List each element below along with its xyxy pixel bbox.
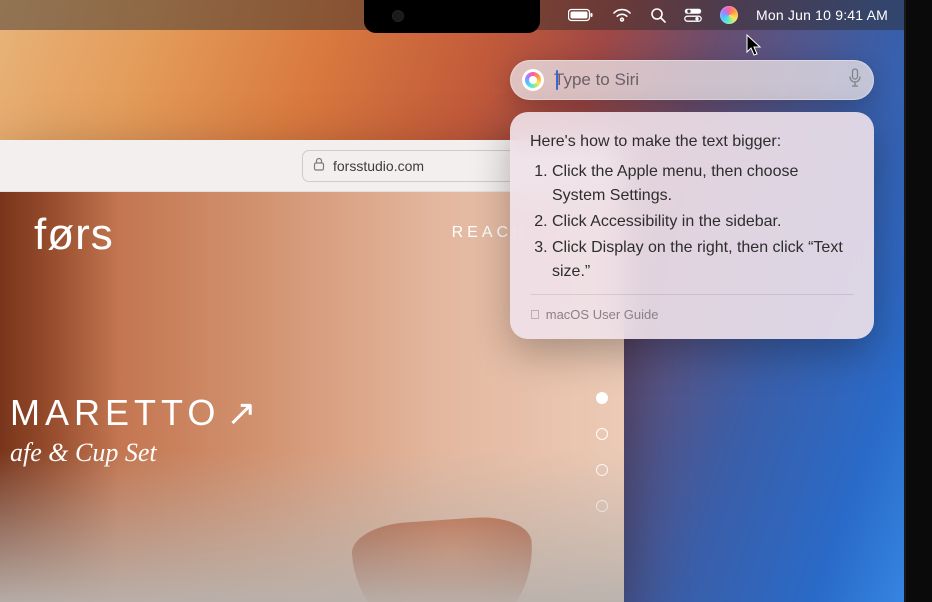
address-bar-text: forsstudio.com — [333, 158, 424, 174]
menu-bar-datetime[interactable]: Mon Jun 10 9:41 AM — [756, 7, 888, 23]
carousel-dot[interactable] — [596, 428, 608, 440]
hero-title[interactable]: MARETTO↗ — [10, 392, 262, 434]
lock-icon — [313, 157, 325, 174]
siri-icon[interactable] — [720, 6, 738, 24]
carousel-dot[interactable] — [596, 392, 608, 404]
device-bezel — [904, 0, 932, 602]
microphone-icon[interactable] — [848, 68, 862, 93]
siri-source[interactable]: macOS User Guide — [530, 294, 854, 325]
siri-step: Click Display on the right, then click “… — [552, 236, 854, 284]
camera-icon — [392, 10, 404, 22]
siri-response-card: Here's how to make the text bigger: Clic… — [510, 112, 874, 339]
display-notch — [364, 0, 540, 33]
siri-text-input[interactable] — [554, 70, 838, 90]
apple-logo-icon — [530, 305, 540, 325]
wifi-icon[interactable] — [612, 8, 632, 22]
siri-badge-icon — [522, 69, 544, 91]
siri-steps-list: Click the Apple menu, then choose System… — [530, 160, 854, 284]
siri-response-heading: Here's how to make the text bigger: — [530, 130, 854, 154]
siri-source-label: macOS User Guide — [546, 305, 659, 325]
site-logo[interactable]: førs — [34, 210, 114, 260]
spotlight-search-icon[interactable] — [650, 7, 666, 23]
siri-step: Click Accessibility in the sidebar. — [552, 210, 854, 234]
siri-input-bar[interactable] — [510, 60, 874, 100]
battery-icon[interactable] — [568, 8, 594, 22]
cursor-pointer — [746, 34, 764, 58]
control-center-icon[interactable] — [684, 8, 702, 22]
siri-step: Click the Apple menu, then choose System… — [552, 160, 854, 208]
text-caret — [556, 70, 558, 90]
